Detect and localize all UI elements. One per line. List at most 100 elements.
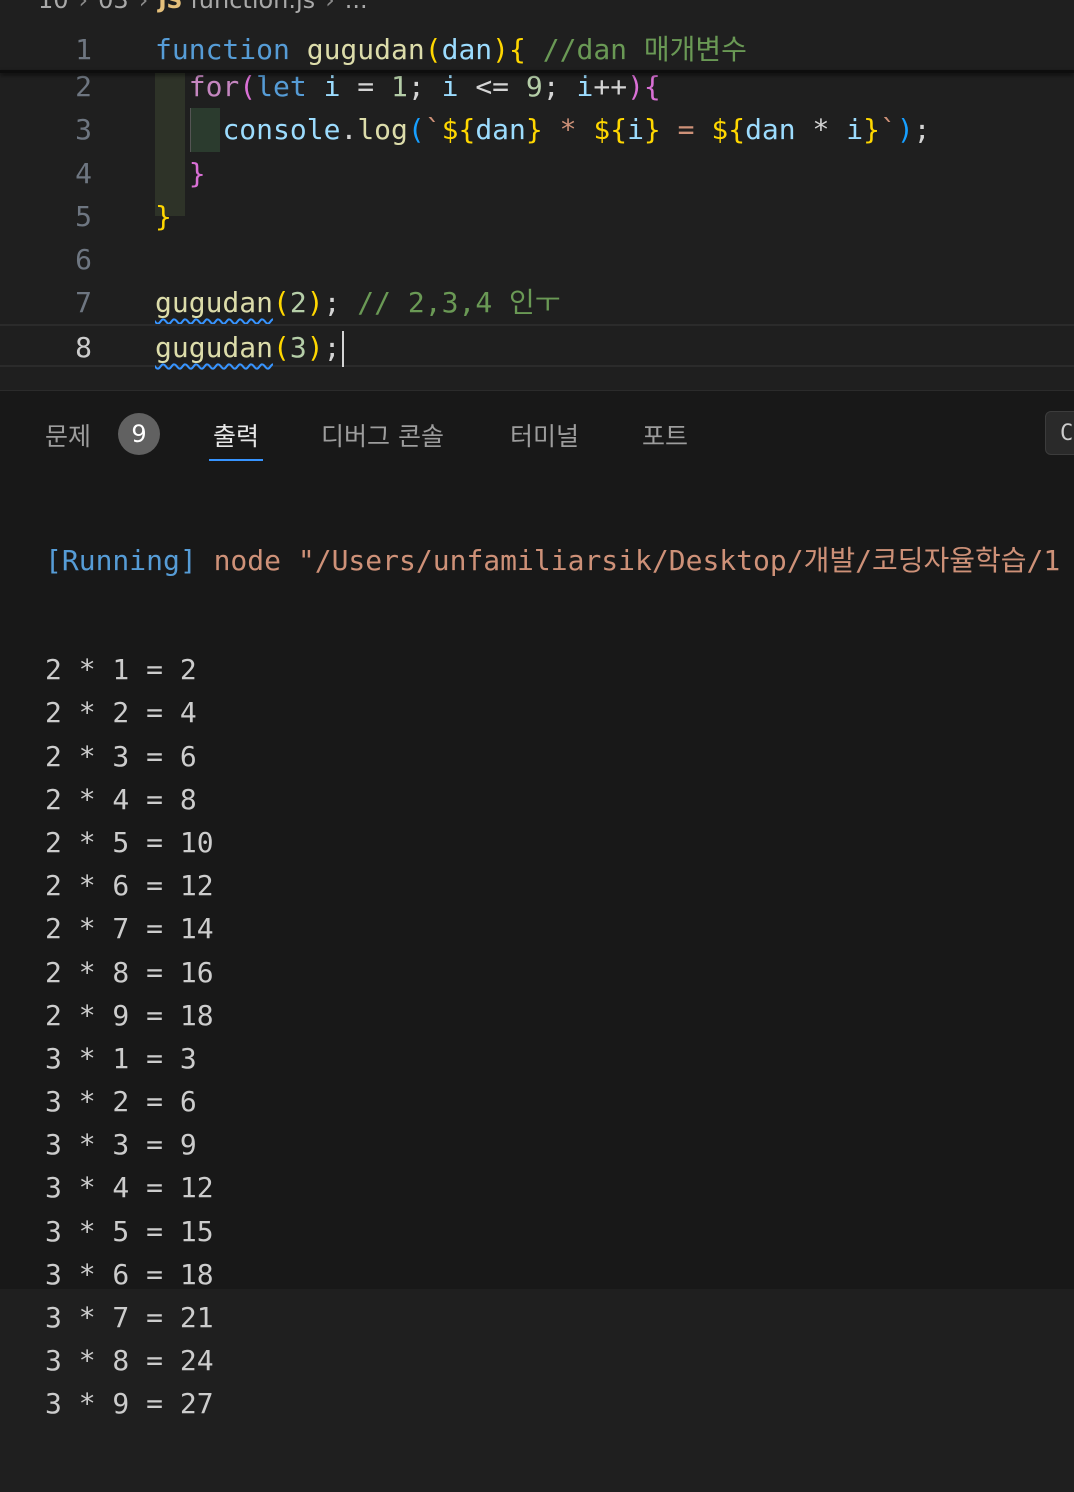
code-line[interactable]: 6 [0, 238, 1074, 281]
tab-output[interactable]: 출력 [208, 417, 264, 461]
code-token: ${ [441, 113, 476, 146]
code-line[interactable]: 3 console.log(`${dan} * ${i} = ${dan * i… [0, 108, 1074, 151]
chevron-right-icon: › [78, 0, 89, 14]
code-token: ) [492, 33, 510, 66]
code-line[interactable]: 8 gugudan(3); [0, 324, 1074, 367]
code-token: for [188, 70, 240, 103]
code-token: 2 [289, 286, 307, 319]
code-token: } [863, 113, 880, 146]
output-line: 2 * 3 = 6 [45, 739, 197, 773]
chevron-right-icon: › [138, 0, 149, 14]
code-token: ; [407, 70, 442, 103]
code-token: i [576, 70, 594, 103]
output-line: 3 * 6 = 18 [45, 1257, 214, 1291]
code-token: ( [273, 331, 290, 364]
code-token: <= [458, 70, 526, 103]
tab-debug-console[interactable]: 디버그 콘솔 [321, 417, 444, 453]
code-text: } [155, 152, 206, 195]
code-token: } [643, 113, 661, 146]
line-number: 7 [75, 286, 92, 319]
code-token: ; [323, 286, 341, 319]
running-label: [Running] [45, 544, 197, 577]
output-channel-select[interactable]: C [1045, 411, 1074, 455]
code-token: ( [407, 113, 425, 146]
code-token: // 2,3,4 인ㅜ [340, 286, 561, 319]
output-line: 2 * 6 = 12 [45, 869, 214, 903]
sticky-scroll-divider [0, 70, 1074, 73]
code-token: . [340, 113, 358, 146]
code-token: i [627, 113, 644, 146]
code-token: dan [441, 33, 493, 66]
code-token: 9 [525, 70, 543, 103]
code-token: 3 [289, 331, 307, 364]
output-line: 2 * 2 = 4 [45, 696, 197, 730]
code-token: let [256, 70, 307, 103]
output-content: [Running] node "/Users/unfamiliarsik/Des… [45, 473, 1060, 1492]
breadcrumb: 10 › 03 › JS function.js ›... [0, 0, 1074, 16]
code-token: //dan 매개변수 [525, 33, 747, 66]
breadcrumb-more[interactable]: ... [345, 0, 368, 14]
running-command: node "/Users/unfamiliarsik/Desktop/개발/코딩… [196, 544, 1061, 577]
code-token: ` [424, 113, 442, 146]
code-token: gugudan [155, 286, 274, 319]
tab-ports[interactable]: 포트 [642, 417, 688, 453]
line-number: 3 [75, 113, 92, 146]
tab-terminal[interactable]: 터미널 [510, 417, 579, 453]
code-token: dan [475, 113, 526, 146]
code-token: ) [306, 286, 324, 319]
code-line[interactable]: 5} [0, 195, 1074, 238]
output-line: 3 * 2 = 6 [45, 1085, 197, 1119]
code-token: ( [424, 33, 442, 66]
output-line: 3 * 8 = 24 [45, 1344, 214, 1378]
output-line: 2 * 8 = 16 [45, 955, 214, 989]
output-line: 2 * 9 = 18 [45, 998, 214, 1032]
code-token: ${ [711, 113, 746, 146]
tab-problems[interactable]: 문제 [45, 417, 91, 453]
code-token: function [155, 33, 290, 66]
javascript-file-icon: JS [158, 0, 183, 14]
breadcrumb-folder-03[interactable]: 03 [98, 0, 129, 14]
code-line[interactable]: 4 } [0, 152, 1074, 195]
code-token: ) [896, 113, 914, 146]
code-token: ) [306, 331, 324, 364]
code-token: { [509, 33, 526, 66]
code-token: } [525, 113, 543, 146]
code-token: ` [879, 113, 897, 146]
output-lines: 2 * 1 = 2 2 * 2 = 4 2 * 3 = 6 2 * 4 = 8 2 * … [45, 648, 1060, 1425]
output-line: 3 * 7 = 21 [45, 1301, 214, 1334]
code-token: ( [239, 70, 257, 103]
code-token: 1 [391, 70, 408, 103]
output-running-line: [Running] node "/Users/unfamiliarsik/Des… [45, 539, 1060, 582]
code-text: gugudan(3); [155, 326, 345, 369]
text-cursor [342, 331, 345, 367]
code-token: = [340, 70, 392, 103]
line-number: 5 [75, 200, 92, 233]
problems-count-badge: 9 [118, 413, 160, 455]
code-token: * [542, 113, 594, 146]
code-token: ; [542, 70, 577, 103]
code-token: gugudan [306, 33, 425, 66]
code-token: i [441, 70, 459, 103]
output-line: 3 * 1 = 3 [45, 1041, 197, 1075]
code-token: ) [627, 70, 644, 103]
code-line[interactable]: 7 gugudan(2); // 2,3,4 인ㅜ [0, 281, 1074, 324]
output-line: 2 * 5 = 10 [45, 825, 214, 859]
bottom-panel: 문제 9 출력 디버그 콘솔 터미널 포트 C [Running] node "… [0, 390, 1074, 1420]
code-editor[interactable]: 1 function gugudan(dan){ //dan 매개변수 2 for(… [0, 24, 1074, 390]
code-text: } [155, 195, 172, 238]
output-line: 2 * 4 = 8 [45, 782, 197, 816]
code-token: ; [913, 113, 931, 146]
code-token: dan [745, 113, 796, 146]
breadcrumb-folder-10[interactable]: 10 [38, 0, 69, 14]
code-text: console.log(`${dan} * ${i} = ${dan * i}`… [155, 108, 931, 151]
code-token: log [357, 113, 408, 146]
code-token: } [155, 200, 172, 233]
breadcrumb-file[interactable]: function.js [190, 0, 315, 14]
code-text: gugudan(2); // 2,3,4 인ㅜ [155, 281, 561, 324]
code-token: console [222, 113, 341, 146]
output-line: 2 * 7 = 14 [45, 912, 214, 946]
